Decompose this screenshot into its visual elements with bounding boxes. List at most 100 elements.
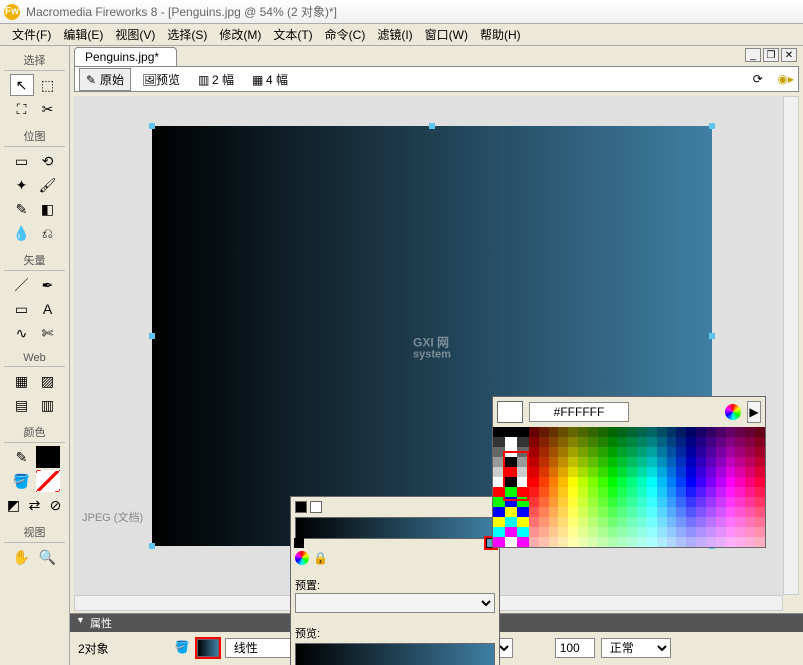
color-cell[interactable] bbox=[568, 477, 578, 487]
color-cell[interactable] bbox=[676, 507, 686, 517]
color-cell[interactable] bbox=[696, 527, 706, 537]
wand-tool[interactable]: ✦ bbox=[10, 174, 34, 196]
color-cell[interactable] bbox=[539, 527, 549, 537]
stroke-color-swatch[interactable] bbox=[36, 446, 60, 468]
color-cell[interactable] bbox=[493, 527, 505, 537]
color-cell[interactable] bbox=[657, 527, 667, 537]
color-cell[interactable] bbox=[667, 497, 677, 507]
color-cell[interactable] bbox=[696, 437, 706, 447]
color-cell[interactable] bbox=[549, 517, 559, 527]
color-cell[interactable] bbox=[539, 427, 549, 437]
color-cell[interactable] bbox=[505, 517, 517, 527]
color-cell[interactable] bbox=[529, 517, 539, 527]
pen-tool[interactable]: ✒ bbox=[36, 274, 60, 296]
color-cell[interactable] bbox=[493, 497, 505, 507]
color-cell[interactable] bbox=[676, 467, 686, 477]
color-cell[interactable] bbox=[558, 527, 568, 537]
hand-tool[interactable]: ✋ bbox=[10, 546, 34, 568]
color-cell[interactable] bbox=[676, 527, 686, 537]
color-cell[interactable] bbox=[588, 467, 598, 477]
color-cell[interactable] bbox=[726, 497, 736, 507]
color-cell[interactable] bbox=[627, 447, 637, 457]
color-cell[interactable] bbox=[598, 467, 608, 477]
color-cell[interactable] bbox=[517, 427, 529, 437]
color-cell[interactable] bbox=[716, 497, 726, 507]
color-cell[interactable] bbox=[568, 537, 578, 547]
color-cell[interactable] bbox=[755, 537, 765, 547]
system-color-picker-icon[interactable] bbox=[725, 404, 741, 420]
color-cell[interactable] bbox=[667, 477, 677, 487]
color-cell[interactable] bbox=[549, 457, 559, 467]
color-cell[interactable] bbox=[529, 427, 539, 437]
color-cell[interactable] bbox=[647, 467, 657, 477]
selection-handle[interactable] bbox=[429, 123, 435, 129]
menu-file[interactable]: 文件(F) bbox=[6, 26, 57, 43]
minimize-button[interactable]: _ bbox=[745, 48, 761, 62]
opacity-input[interactable] bbox=[555, 638, 595, 658]
color-cell[interactable] bbox=[627, 527, 637, 537]
color-cell[interactable] bbox=[598, 517, 608, 527]
color-cell[interactable] bbox=[608, 437, 618, 447]
fill-color-swatch[interactable] bbox=[36, 470, 60, 492]
color-cell[interactable] bbox=[598, 537, 608, 547]
color-swatch-grid[interactable] bbox=[493, 427, 765, 547]
color-wheel-icon[interactable] bbox=[295, 551, 309, 565]
color-cell[interactable] bbox=[517, 477, 529, 487]
stroke-color-icon[interactable]: ✎ bbox=[10, 446, 34, 468]
settings-icon[interactable]: ◉▸ bbox=[778, 72, 795, 86]
menu-filters[interactable]: 滤镜(I) bbox=[371, 26, 418, 43]
color-cell[interactable] bbox=[627, 477, 637, 487]
color-cell[interactable] bbox=[598, 487, 608, 497]
color-cell[interactable] bbox=[667, 527, 677, 537]
color-cell[interactable] bbox=[686, 517, 696, 527]
color-cell[interactable] bbox=[637, 467, 647, 477]
color-cell[interactable] bbox=[505, 477, 517, 487]
color-cell[interactable] bbox=[517, 487, 529, 497]
freeform-tool[interactable]: ∿ bbox=[10, 322, 34, 344]
color-cell[interactable] bbox=[627, 517, 637, 527]
color-cell[interactable] bbox=[657, 487, 667, 497]
eraser-tool[interactable]: ◧ bbox=[36, 198, 60, 220]
color-cell[interactable] bbox=[568, 487, 578, 497]
color-cell[interactable] bbox=[696, 427, 706, 437]
color-cell[interactable] bbox=[517, 507, 529, 517]
color-cell[interactable] bbox=[755, 477, 765, 487]
color-cell[interactable] bbox=[637, 447, 647, 457]
color-cell[interactable] bbox=[493, 537, 505, 547]
color-cell[interactable] bbox=[657, 477, 667, 487]
color-cell[interactable] bbox=[716, 457, 726, 467]
color-cell[interactable] bbox=[716, 467, 726, 477]
menu-select[interactable]: 选择(S) bbox=[161, 26, 213, 43]
color-cell[interactable] bbox=[558, 457, 568, 467]
color-cell[interactable] bbox=[637, 457, 647, 467]
restore-button[interactable]: ❐ bbox=[763, 48, 779, 62]
color-cell[interactable] bbox=[755, 467, 765, 477]
color-cell[interactable] bbox=[647, 507, 657, 517]
color-cell[interactable] bbox=[505, 487, 517, 497]
color-cell[interactable] bbox=[598, 507, 608, 517]
color-cell[interactable] bbox=[493, 487, 505, 497]
color-cell[interactable] bbox=[608, 527, 618, 537]
color-cell[interactable] bbox=[627, 427, 637, 437]
slice-tool[interactable]: ▨ bbox=[36, 370, 60, 392]
hex-input[interactable] bbox=[529, 402, 629, 422]
color-cell[interactable] bbox=[637, 527, 647, 537]
color-cell[interactable] bbox=[493, 427, 505, 437]
color-cell[interactable] bbox=[568, 507, 578, 517]
color-cell[interactable] bbox=[706, 457, 716, 467]
stamp-tool[interactable]: ⎌ bbox=[36, 222, 60, 244]
color-cell[interactable] bbox=[647, 477, 657, 487]
selection-handle[interactable] bbox=[709, 123, 715, 129]
selection-handle[interactable] bbox=[149, 543, 155, 549]
color-cell[interactable] bbox=[745, 467, 755, 477]
color-cell[interactable] bbox=[716, 527, 726, 537]
color-cell[interactable] bbox=[598, 477, 608, 487]
scale-tool[interactable]: ⛶ bbox=[10, 98, 34, 120]
color-cell[interactable] bbox=[539, 507, 549, 517]
color-cell[interactable] bbox=[735, 497, 745, 507]
color-cell[interactable] bbox=[568, 467, 578, 477]
color-cell[interactable] bbox=[745, 457, 755, 467]
color-cell[interactable] bbox=[568, 497, 578, 507]
color-cell[interactable] bbox=[568, 527, 578, 537]
color-cell[interactable] bbox=[637, 477, 647, 487]
